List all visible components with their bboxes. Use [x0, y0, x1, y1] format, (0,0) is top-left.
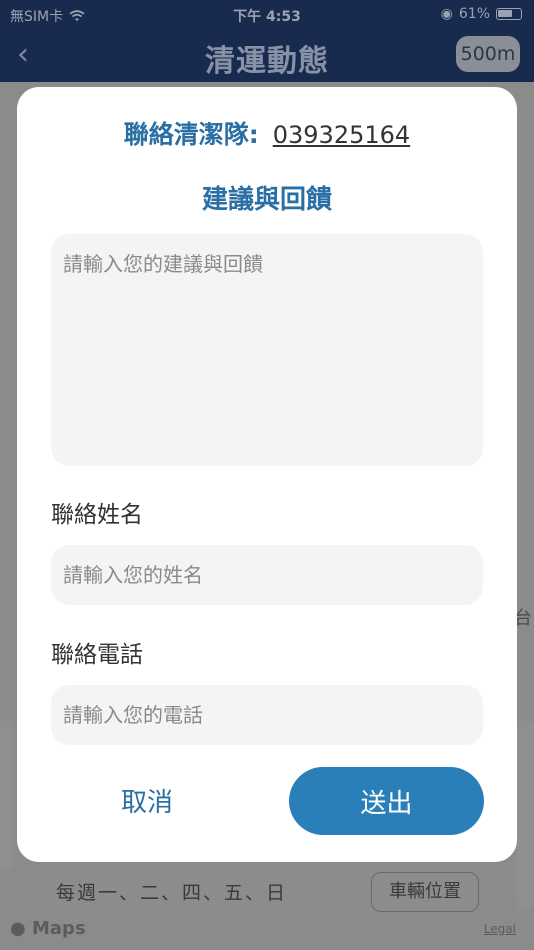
name-input[interactable] — [51, 545, 483, 605]
submit-button[interactable]: 送出 — [289, 767, 484, 835]
radius-button[interactable]: 500m — [456, 36, 520, 72]
rotation-lock-icon: ◉ — [440, 6, 453, 22]
maps-logo: ● Maps — [10, 918, 86, 939]
feedback-textarea[interactable] — [51, 234, 483, 466]
feedback-dialog: 聯絡清潔隊: 039325164 建議與回饋 聯絡姓名 聯絡電話 取消 送出 — [17, 87, 517, 862]
page-title: 清運動態 — [205, 44, 329, 79]
status-right: ◉ 61% — [441, 6, 522, 22]
apple-logo-icon: ● — [10, 918, 26, 939]
schedule-text: 每週一、二、四、五、日 — [56, 882, 288, 904]
vehicle-location-button[interactable]: 車輛位置 — [371, 872, 479, 912]
maps-label: Maps — [32, 918, 86, 939]
name-label: 聯絡姓名 — [51, 502, 143, 528]
contact-phone-link[interactable]: 039325164 — [273, 121, 410, 149]
status-bar: 無SIM卡 下午 4:53 ◉ 61% — [0, 0, 534, 30]
cancel-button[interactable]: 取消 — [57, 767, 237, 833]
feedback-title: 建議與回饋 — [201, 185, 332, 215]
phone-input[interactable] — [51, 685, 483, 745]
background-card-left — [0, 720, 12, 870]
background-card-right — [516, 720, 534, 910]
battery-percent: 61% — [458, 6, 490, 22]
contact-line: 聯絡清潔隊: 039325164 — [17, 115, 517, 151]
contact-label: 聯絡清潔隊: — [123, 120, 259, 149]
nav-bar: ‹ 清運動態 500m — [0, 30, 534, 82]
battery-icon — [496, 8, 522, 20]
phone-label: 聯絡電話 — [51, 642, 143, 668]
legal-link[interactable]: Legal — [484, 922, 516, 936]
